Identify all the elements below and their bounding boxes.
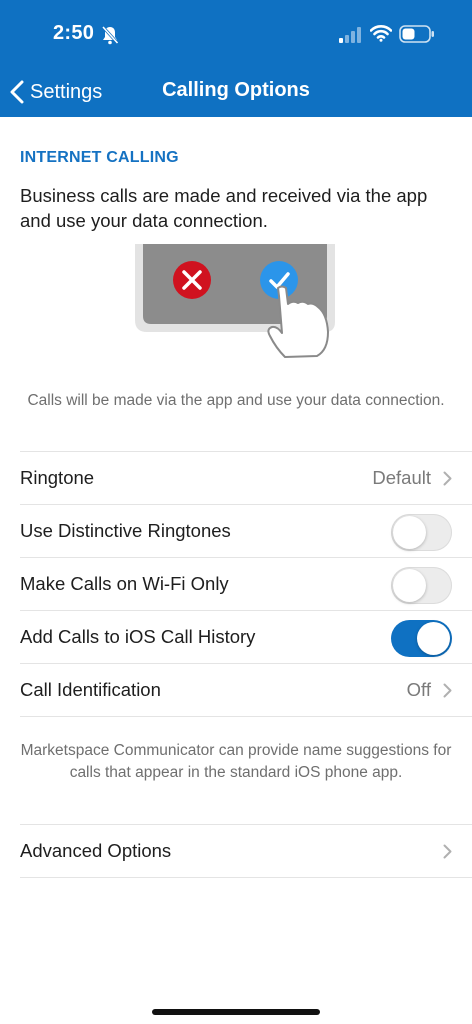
ios-call-history-label: Add Calls to iOS Call History — [20, 626, 256, 647]
wifi-icon — [370, 25, 392, 42]
chevron-right-icon — [443, 471, 452, 486]
advanced-options-row[interactable]: Advanced Options — [20, 825, 472, 877]
bell-off-icon — [101, 25, 119, 45]
wifi-only-toggle[interactable] — [391, 567, 452, 604]
toggle-knob — [417, 622, 450, 655]
distinctive-ringtones-toggle[interactable] — [391, 514, 452, 551]
decline-call-icon — [173, 261, 211, 299]
ringtone-row[interactable]: Ringtone Default — [20, 452, 472, 504]
nav-header: 2:50 Settings Calling Options — [0, 0, 472, 117]
incoming-call-illustration — [135, 244, 335, 358]
distinctive-ringtones-label: Use Distinctive Ringtones — [20, 520, 231, 541]
battery-icon — [399, 25, 434, 43]
status-time: 2:50 — [53, 22, 95, 44]
distinctive-ringtones-row: Use Distinctive Ringtones — [20, 505, 472, 557]
toggle-knob — [393, 569, 426, 602]
home-indicator[interactable] — [152, 1009, 320, 1015]
ios-call-history-row: Add Calls to iOS Call History — [20, 611, 472, 663]
advanced-options-label: Advanced Options — [20, 840, 172, 861]
section-header-internet-calling: INTERNET CALLING — [20, 149, 179, 166]
cellular-signal-icon — [339, 27, 361, 43]
call-identification-value: Off — [406, 679, 431, 700]
ios-call-history-toggle[interactable] — [391, 620, 452, 657]
divider — [20, 716, 472, 717]
chevron-right-icon — [443, 844, 452, 859]
divider — [20, 877, 472, 878]
section-description: Business calls are made and received via… — [20, 185, 428, 231]
call-identification-note: Marketspace Communicator can provide nam… — [20, 742, 452, 781]
wifi-only-label: Make Calls on Wi-Fi Only — [20, 573, 229, 594]
call-identification-row[interactable]: Call Identification Off — [20, 664, 472, 716]
call-identification-label: Call Identification — [20, 679, 161, 700]
chevron-right-icon — [443, 683, 452, 698]
toggle-knob — [393, 516, 426, 549]
page-title: Calling Options — [162, 79, 310, 101]
internet-calling-note: Calls will be made via the app and use y… — [27, 392, 445, 409]
ringtone-value: Default — [372, 467, 431, 488]
wifi-only-row: Make Calls on Wi-Fi Only — [20, 558, 472, 610]
ringtone-label: Ringtone — [20, 467, 95, 488]
